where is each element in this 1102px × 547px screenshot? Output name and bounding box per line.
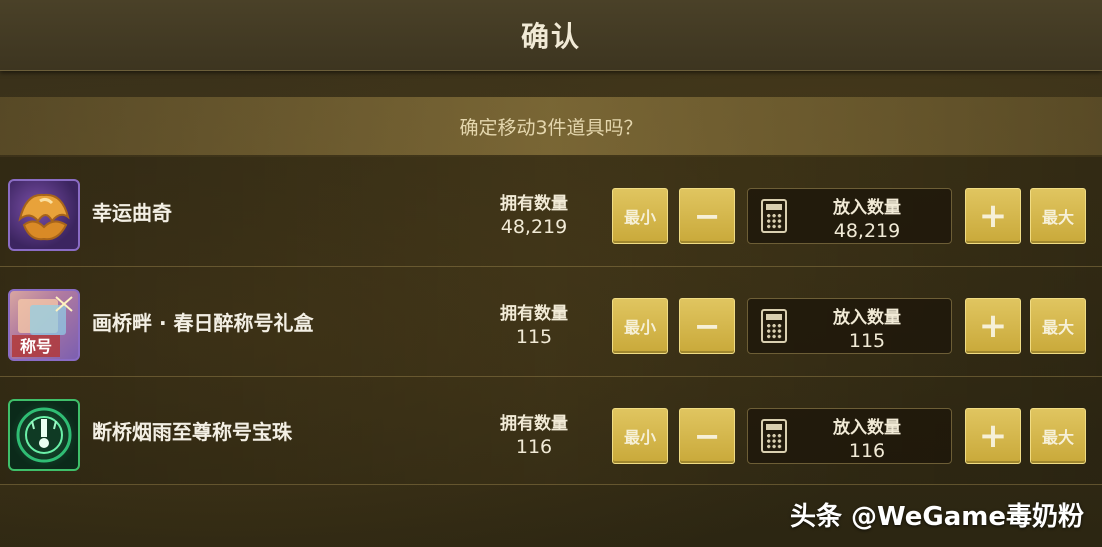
item-name: 幸运曲奇 [92, 201, 172, 225]
watermark: 头条 @WeGame毒奶粉 [789, 502, 1084, 532]
list-item: 断桥烟雨至尊称号宝珠 拥有数量 116 最小 − 放入数量 116 + 最大 [0, 377, 1102, 485]
put-label: 放入数量 [833, 198, 901, 218]
item-name: 画桥畔 · 春日醉称号礼盒 [92, 311, 314, 335]
fortune-cookie-icon [8, 179, 80, 251]
put-value: 116 [848, 440, 886, 462]
calculator-icon[interactable] [761, 309, 787, 343]
svg-text:称号: 称号 [20, 337, 52, 356]
confirm-question: 确定移动3件道具吗？ [459, 116, 643, 139]
owned-label: 拥有数量 [500, 414, 568, 434]
owned-quantity: 拥有数量 116 [474, 409, 594, 458]
max-button[interactable]: 最大 [1030, 188, 1086, 244]
owned-value: 115 [515, 326, 553, 348]
max-button[interactable]: 最大 [1030, 408, 1086, 464]
owned-value: 48,219 [500, 216, 568, 238]
dialog-title: 确认 [520, 20, 581, 53]
put-label: 放入数量 [833, 308, 901, 328]
confirm-dialog: 确认 确定移动3件道具吗？ 幸运曲奇 拥有数量 48,219 最小 − 放入数量… [0, 0, 1102, 547]
title-bar: 确认 [0, 0, 1102, 71]
min-button[interactable]: 最小 [612, 408, 668, 464]
item-name: 断桥烟雨至尊称号宝珠 [92, 420, 292, 444]
quantity-input[interactable]: 放入数量 115 [747, 298, 952, 354]
owned-label: 拥有数量 [500, 304, 568, 324]
calculator-icon[interactable] [761, 199, 787, 233]
owned-quantity: 拥有数量 115 [474, 299, 594, 348]
owned-quantity: 拥有数量 48,219 [474, 189, 594, 238]
decrement-button[interactable]: − [679, 298, 735, 354]
list-item: 幸运曲奇 拥有数量 48,219 最小 − 放入数量 48,219 + 最大 [0, 157, 1102, 267]
list-item: 称号 画桥畔 · 春日醉称号礼盒 拥有数量 115 最小 − 放入数量 115 … [0, 267, 1102, 377]
put-label: 放入数量 [833, 418, 901, 438]
owned-label: 拥有数量 [500, 194, 568, 214]
quantity-input[interactable]: 放入数量 48,219 [747, 188, 952, 244]
increment-button[interactable]: + [965, 408, 1021, 464]
quantity-input[interactable]: 放入数量 116 [747, 408, 952, 464]
title-orb-icon [8, 399, 80, 471]
calculator-icon[interactable] [761, 419, 787, 453]
decrement-button[interactable]: − [679, 188, 735, 244]
decrement-button[interactable]: − [679, 408, 735, 464]
increment-button[interactable]: + [965, 188, 1021, 244]
put-value: 115 [848, 330, 886, 352]
min-button[interactable]: 最小 [612, 298, 668, 354]
question-banner: 确定移动3件道具吗？ [0, 97, 1102, 155]
owned-value: 116 [515, 436, 553, 458]
min-button[interactable]: 最小 [612, 188, 668, 244]
title-gift-box-icon: 称号 [8, 289, 80, 361]
item-list: 幸运曲奇 拥有数量 48,219 最小 − 放入数量 48,219 + 最大 称… [0, 157, 1102, 485]
max-button[interactable]: 最大 [1030, 298, 1086, 354]
increment-button[interactable]: + [965, 298, 1021, 354]
put-value: 48,219 [833, 220, 901, 242]
